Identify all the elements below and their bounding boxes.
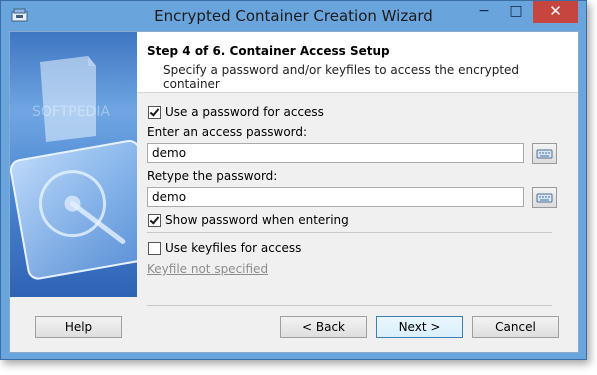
use-password-label: Use a password for access <box>165 105 324 119</box>
show-password-label: Show password when entering <box>165 213 349 227</box>
button-bar-divider <box>147 305 552 306</box>
step-description: Specify a password and/or keyfiles to ac… <box>163 63 520 91</box>
use-password-check-box[interactable] <box>148 105 161 119</box>
keyfile-status-link[interactable]: Keyfile not specified <box>147 262 268 276</box>
keyboard-icon <box>536 149 553 159</box>
maximize-button[interactable]: □ <box>501 1 531 23</box>
keyboard-icon <box>536 193 553 203</box>
cancel-button[interactable]: Cancel <box>472 316 559 338</box>
minimize-button[interactable]: − <box>469 1 499 23</box>
virtual-keyboard-button-2[interactable] <box>532 187 557 208</box>
wizard-client-area: SOFTPEDIA Step 4 of 6. Container Access … <box>9 31 579 353</box>
title-bar[interactable]: Encrypted Container Creation Wizard − □ … <box>1 1 586 31</box>
watermark-text: SOFTPEDIA <box>32 104 110 120</box>
use-keyfiles-label: Use keyfiles for access <box>165 241 302 255</box>
enter-password-input[interactable]: demo <box>147 143 524 163</box>
retype-password-input[interactable]: demo <box>147 187 524 207</box>
use-keyfiles-check-box[interactable] <box>148 241 161 255</box>
use-keyfiles-checkbox[interactable]: Use keyfiles for access <box>148 240 301 256</box>
use-password-checkbox[interactable]: Use a password for access <box>148 104 324 120</box>
wizard-sidebar-image: SOFTPEDIA <box>10 32 137 297</box>
section-divider <box>147 232 552 233</box>
drive-illustration: SOFTPEDIA <box>10 56 137 280</box>
step-title: Step 4 of 6. Container Access Setup <box>147 44 390 58</box>
back-button[interactable]: < Back <box>280 316 367 338</box>
show-password-checkbox[interactable]: Show password when entering <box>148 212 349 228</box>
enter-password-label: Enter an access password: <box>147 125 308 139</box>
wizard-window: Encrypted Container Creation Wizard − □ … <box>0 0 587 360</box>
close-button[interactable]: ✕ <box>533 1 578 23</box>
wizard-header: Step 4 of 6. Container Access Setup Spec… <box>137 32 578 93</box>
retype-password-label: Retype the password: <box>147 169 278 183</box>
next-button[interactable]: Next > <box>376 316 463 338</box>
virtual-keyboard-button[interactable] <box>532 143 557 164</box>
show-password-check-box[interactable] <box>148 213 161 227</box>
help-button[interactable]: Help <box>35 316 122 338</box>
